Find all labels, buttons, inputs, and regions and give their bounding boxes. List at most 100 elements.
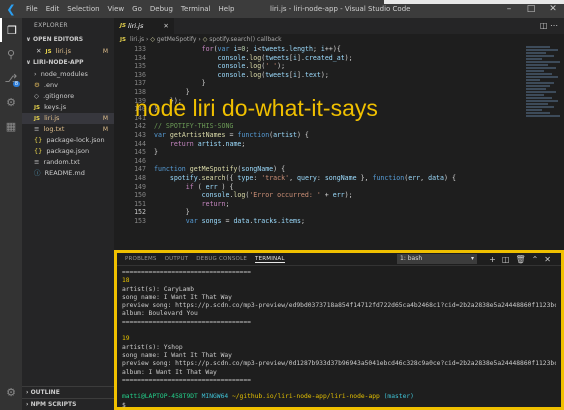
add-terminal-icon[interactable]: + — [489, 255, 502, 264]
js-icon: JS — [120, 23, 127, 29]
menu-edit[interactable]: Edit — [42, 0, 64, 18]
menu-selection[interactable]: Selection — [63, 0, 103, 18]
chevron-down-icon: ▾ — [470, 255, 474, 262]
json-icon: {} — [34, 147, 43, 155]
file-item-env[interactable]: ⚙ .env — [22, 80, 114, 91]
code-line: 147 function getMeSpotify(songName) { — [134, 165, 286, 174]
close-icon[interactable]: ✕ — [36, 47, 41, 55]
file-icon: ◇ — [34, 92, 39, 100]
menu-view[interactable]: View — [104, 0, 129, 18]
code-line: 151 return; — [134, 199, 230, 208]
split-terminal-icon[interactable]: ◫ — [502, 255, 516, 264]
breadcrumb: JS liri.js › ◇ getMeSpotify › ◇ spotify.… — [114, 34, 564, 45]
code-line: 138 } — [134, 87, 190, 96]
explorer-title: EXPLORER — [34, 22, 68, 29]
terminal-line: song name: I Want It That Way — [122, 293, 232, 301]
search-icon[interactable]: ⚲ — [0, 42, 22, 66]
breadcrumb-file[interactable]: liri.js — [130, 36, 144, 43]
menu-bar: File Edit Selection View Go Debug Termin… — [22, 0, 238, 18]
trash-icon[interactable]: 🗑 — [515, 255, 531, 264]
minimize-icon[interactable]: – — [498, 0, 520, 18]
file-item-liri-js[interactable]: JS liri.js M — [22, 113, 114, 124]
split-editor-icon[interactable]: ◫ — [540, 21, 548, 30]
breadcrumb-callback[interactable]: spotify.search() callback — [209, 36, 281, 43]
code-line: 153 var songs = data.tracks.items; — [134, 216, 305, 225]
terminal-line: 19 — [122, 335, 130, 343]
terminal-line: album: Boulevard You — [122, 310, 198, 318]
open-editors-header[interactable]: ∨ OPEN EDITORS — [22, 34, 114, 46]
code-editor[interactable]: 133 for(var i=0; i<tweets.length; i++){ … — [114, 45, 524, 250]
maximize-icon[interactable]: □ — [520, 0, 542, 18]
file-item-random-txt[interactable]: ≡ random.txt — [22, 157, 114, 168]
scm-badge: 8 — [12, 81, 20, 87]
json-icon: {} — [34, 136, 43, 144]
sidebar-bottom-sections: › OUTLINE › NPM SCRIPTS — [22, 386, 114, 410]
chevron-up-icon[interactable]: ⌃ — [532, 255, 545, 264]
panel-tabs: PROBLEMS OUTPUT DEBUG CONSOLE TERMINAL 1… — [117, 253, 561, 266]
terminal-line: ================================== — [122, 376, 251, 384]
npm-scripts-header[interactable]: › NPM SCRIPTS — [22, 398, 114, 410]
file-item-keys-js[interactable]: JS keys.js — [22, 102, 114, 113]
minimap[interactable] — [524, 45, 564, 250]
source-control-icon[interactable]: ⎇ 8 — [0, 66, 22, 90]
modified-badge: M — [102, 48, 108, 55]
terminal-select[interactable]: 1: bash ▾ — [397, 254, 477, 264]
file-item-readme[interactable]: ⓘ README.md — [22, 168, 114, 179]
terminal-prompt: matti@LAPTOP-458T9DT MINGW64 ~/github.io… — [122, 393, 414, 401]
terminal-input-line[interactable]: $ — [122, 402, 556, 410]
file-item-package-json[interactable]: {} package.json — [22, 146, 114, 157]
terminal-output[interactable]: ================================== 18 ar… — [117, 266, 561, 410]
file-item-package-lock-json[interactable]: {} package-lock.json — [22, 135, 114, 146]
close-icon[interactable]: ✕ — [542, 0, 564, 18]
tab-problems[interactable]: PROBLEMS — [125, 256, 157, 262]
debug-icon[interactable]: ⚙ — [0, 90, 22, 114]
code-line: 150 console.log('Error occurred: ' + err… — [134, 191, 353, 200]
settings-gear-icon[interactable]: ⚙ — [0, 380, 22, 404]
close-icon[interactable]: ✕ — [163, 22, 168, 30]
explorer-icon[interactable]: ❐ — [0, 18, 22, 42]
breadcrumb-function[interactable]: getMeSpotify — [157, 36, 197, 43]
function-icon: ◇ — [202, 36, 208, 43]
menu-terminal[interactable]: Terminal — [177, 0, 215, 18]
menu-file[interactable]: File — [22, 0, 42, 18]
terminal-line: artist(s): Yshop — [122, 343, 183, 351]
terminal-line: song name: I Want It That Way — [122, 351, 232, 359]
terminal-line: 18 — [122, 277, 130, 285]
text-file-icon: ≡ — [34, 125, 40, 133]
file-item-node-modules[interactable]: › node_modules — [22, 69, 114, 80]
more-actions-icon[interactable]: ⋯ — [550, 21, 558, 30]
code-line: 139 }); — [134, 96, 182, 105]
tab-output[interactable]: OUTPUT — [165, 256, 189, 262]
file-item-log-txt[interactable]: ≡ log.txt M — [22, 124, 114, 135]
code-line: 136 console.log(tweets[i].text); — [134, 70, 329, 79]
code-line: 146 — [134, 156, 146, 165]
code-line: 144 return artist.name; — [134, 139, 246, 148]
extensions-icon[interactable]: ▦ — [0, 114, 22, 138]
menu-help[interactable]: Help — [215, 0, 239, 18]
terminal-panel: PROBLEMS OUTPUT DEBUG CONSOLE TERMINAL 1… — [114, 250, 564, 410]
outline-header[interactable]: › OUTLINE — [22, 386, 114, 398]
code-line: 133 for(var i=0; i<tweets.length; i++){ — [134, 45, 341, 53]
text-file-icon: ≡ — [34, 158, 40, 166]
code-line: 142// SPOTIFY-THIS-SONG — [134, 122, 234, 131]
terminal-line: preview song: https://p.scdn.co/mp3-prev… — [122, 360, 556, 368]
window-controls: – □ ✕ — [498, 0, 564, 18]
title-bar: ❮ File Edit Selection View Go Debug Term… — [0, 0, 564, 18]
modified-badge: M — [102, 126, 108, 133]
editor-tabs: JS liri.js ✕ ◫ ⋯ — [114, 18, 564, 34]
tab-liri-js[interactable]: JS liri.js ✕ — [114, 18, 174, 34]
menu-go[interactable]: Go — [128, 0, 146, 18]
file-item-gitignore[interactable]: ◇ .gitignore — [22, 91, 114, 102]
open-editor-item[interactable]: ✕ JS liri.js M — [22, 46, 114, 57]
project-header[interactable]: ∨ LIRI-NODE-APP — [22, 57, 114, 69]
code-line: 145} — [134, 148, 158, 157]
code-line: 140} — [134, 105, 158, 114]
tab-terminal[interactable]: TERMINAL — [255, 256, 285, 263]
menu-debug[interactable]: Debug — [146, 0, 177, 18]
close-panel-icon[interactable]: ✕ — [544, 255, 557, 264]
tab-debug-console[interactable]: DEBUG CONSOLE — [196, 256, 247, 262]
explorer-sidebar: EXPLORER ∨ OPEN EDITORS ✕ JS liri.js M ∨… — [22, 18, 114, 410]
terminal-line: ================================== — [122, 269, 251, 276]
